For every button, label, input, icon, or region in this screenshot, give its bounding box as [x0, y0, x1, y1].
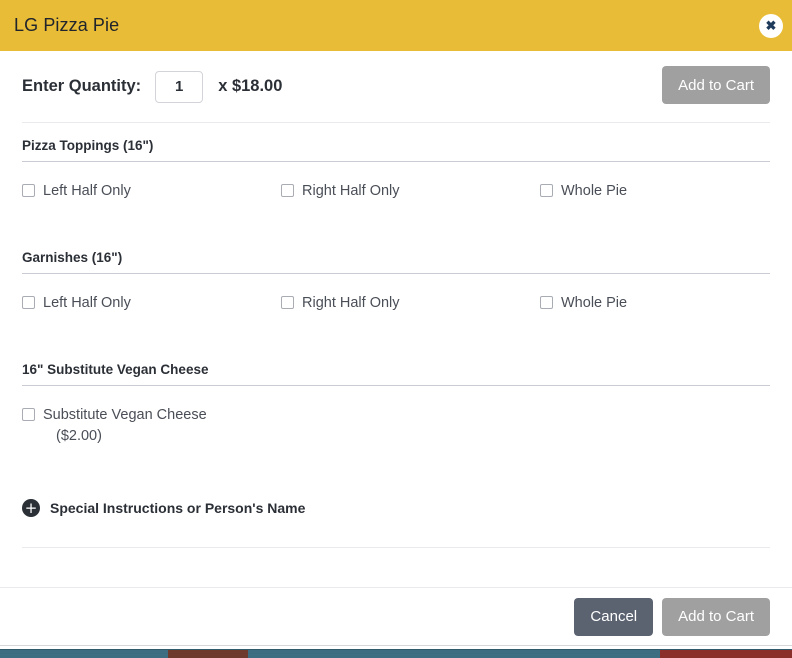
- checkbox-icon[interactable]: [22, 408, 35, 421]
- divider-below-special-instructions: [22, 547, 770, 548]
- section-garnishes: Garnishes (16") Left Half Only Right Hal…: [22, 235, 770, 314]
- checkbox-icon[interactable]: [281, 184, 294, 197]
- cancel-button[interactable]: Cancel: [574, 598, 653, 636]
- options-row: Substitute Vegan Cheese ($2.00): [22, 386, 770, 447]
- option-label: Whole Pie: [561, 181, 627, 202]
- option-label: Left Half Only: [43, 181, 131, 202]
- add-to-cart-button-top[interactable]: Add to Cart: [662, 66, 770, 104]
- modal-body: Enter Quantity: x $18.00 Add to Cart Piz…: [0, 51, 792, 548]
- checkbox-icon[interactable]: [540, 296, 553, 309]
- section-title: 16" Substitute Vegan Cheese: [22, 362, 770, 385]
- modal-footer: Cancel Add to Cart: [0, 587, 792, 645]
- option-substitute-vegan-cheese[interactable]: Substitute Vegan Cheese ($2.00): [22, 405, 281, 447]
- option-whole-pie-garnishes[interactable]: Whole Pie: [540, 293, 770, 314]
- spacer: [22, 202, 770, 235]
- special-instructions-label: Special Instructions or Person's Name: [50, 500, 305, 516]
- section-pizza-toppings: Pizza Toppings (16") Left Half Only Righ…: [22, 123, 770, 202]
- option-label: Right Half Only: [302, 181, 400, 202]
- modal-title: LG Pizza Pie: [14, 15, 119, 36]
- option-left-half-garnishes[interactable]: Left Half Only: [22, 293, 281, 314]
- option-label: Left Half Only: [43, 293, 131, 314]
- special-instructions-toggle[interactable]: + Special Instructions or Person's Name: [22, 488, 770, 528]
- option-label: Whole Pie: [561, 293, 627, 314]
- option-left-half-toppings[interactable]: Left Half Only: [22, 181, 281, 202]
- background-thumbnail: [660, 650, 792, 658]
- modal-header: LG Pizza Pie ✖: [0, 0, 792, 51]
- option-price-label: ($2.00): [56, 426, 207, 447]
- background-thumbnail: [168, 650, 248, 658]
- quantity-label: Enter Quantity:: [22, 77, 141, 96]
- option-text-group: Substitute Vegan Cheese ($2.00): [43, 405, 207, 447]
- option-label: Substitute Vegan Cheese: [43, 407, 207, 423]
- special-instructions-section: + Special Instructions or Person's Name: [22, 488, 770, 548]
- spacer: [22, 314, 770, 347]
- quantity-row: Enter Quantity: x $18.00 Add to Cart: [22, 51, 770, 122]
- checkbox-icon[interactable]: [22, 296, 35, 309]
- options-row: Left Half Only Right Half Only Whole Pie: [22, 274, 770, 314]
- background-page-strip: [0, 646, 792, 658]
- option-right-half-toppings[interactable]: Right Half Only: [281, 181, 540, 202]
- checkbox-icon[interactable]: [22, 184, 35, 197]
- options-row: Left Half Only Right Half Only Whole Pie: [22, 162, 770, 202]
- add-to-cart-button-bottom[interactable]: Add to Cart: [662, 598, 770, 636]
- section-title: Garnishes (16"): [22, 250, 770, 273]
- option-whole-pie-toppings[interactable]: Whole Pie: [540, 181, 770, 202]
- spacer: [22, 447, 770, 488]
- section-substitute-vegan-cheese: 16" Substitute Vegan Cheese Substitute V…: [22, 347, 770, 447]
- close-glyph: ✖: [766, 19, 777, 32]
- quantity-input[interactable]: [155, 71, 203, 103]
- page-root: LG Pizza Pie ✖ Enter Quantity: x $18.00 …: [0, 0, 792, 658]
- plus-circle-icon: +: [22, 499, 40, 517]
- unit-price-label: x $18.00: [218, 77, 282, 96]
- option-label: Right Half Only: [302, 293, 400, 314]
- option-right-half-garnishes[interactable]: Right Half Only: [281, 293, 540, 314]
- close-icon[interactable]: ✖: [759, 14, 783, 38]
- section-title: Pizza Toppings (16"): [22, 138, 770, 161]
- product-modal: LG Pizza Pie ✖ Enter Quantity: x $18.00 …: [0, 0, 792, 646]
- checkbox-icon[interactable]: [281, 296, 294, 309]
- checkbox-icon[interactable]: [540, 184, 553, 197]
